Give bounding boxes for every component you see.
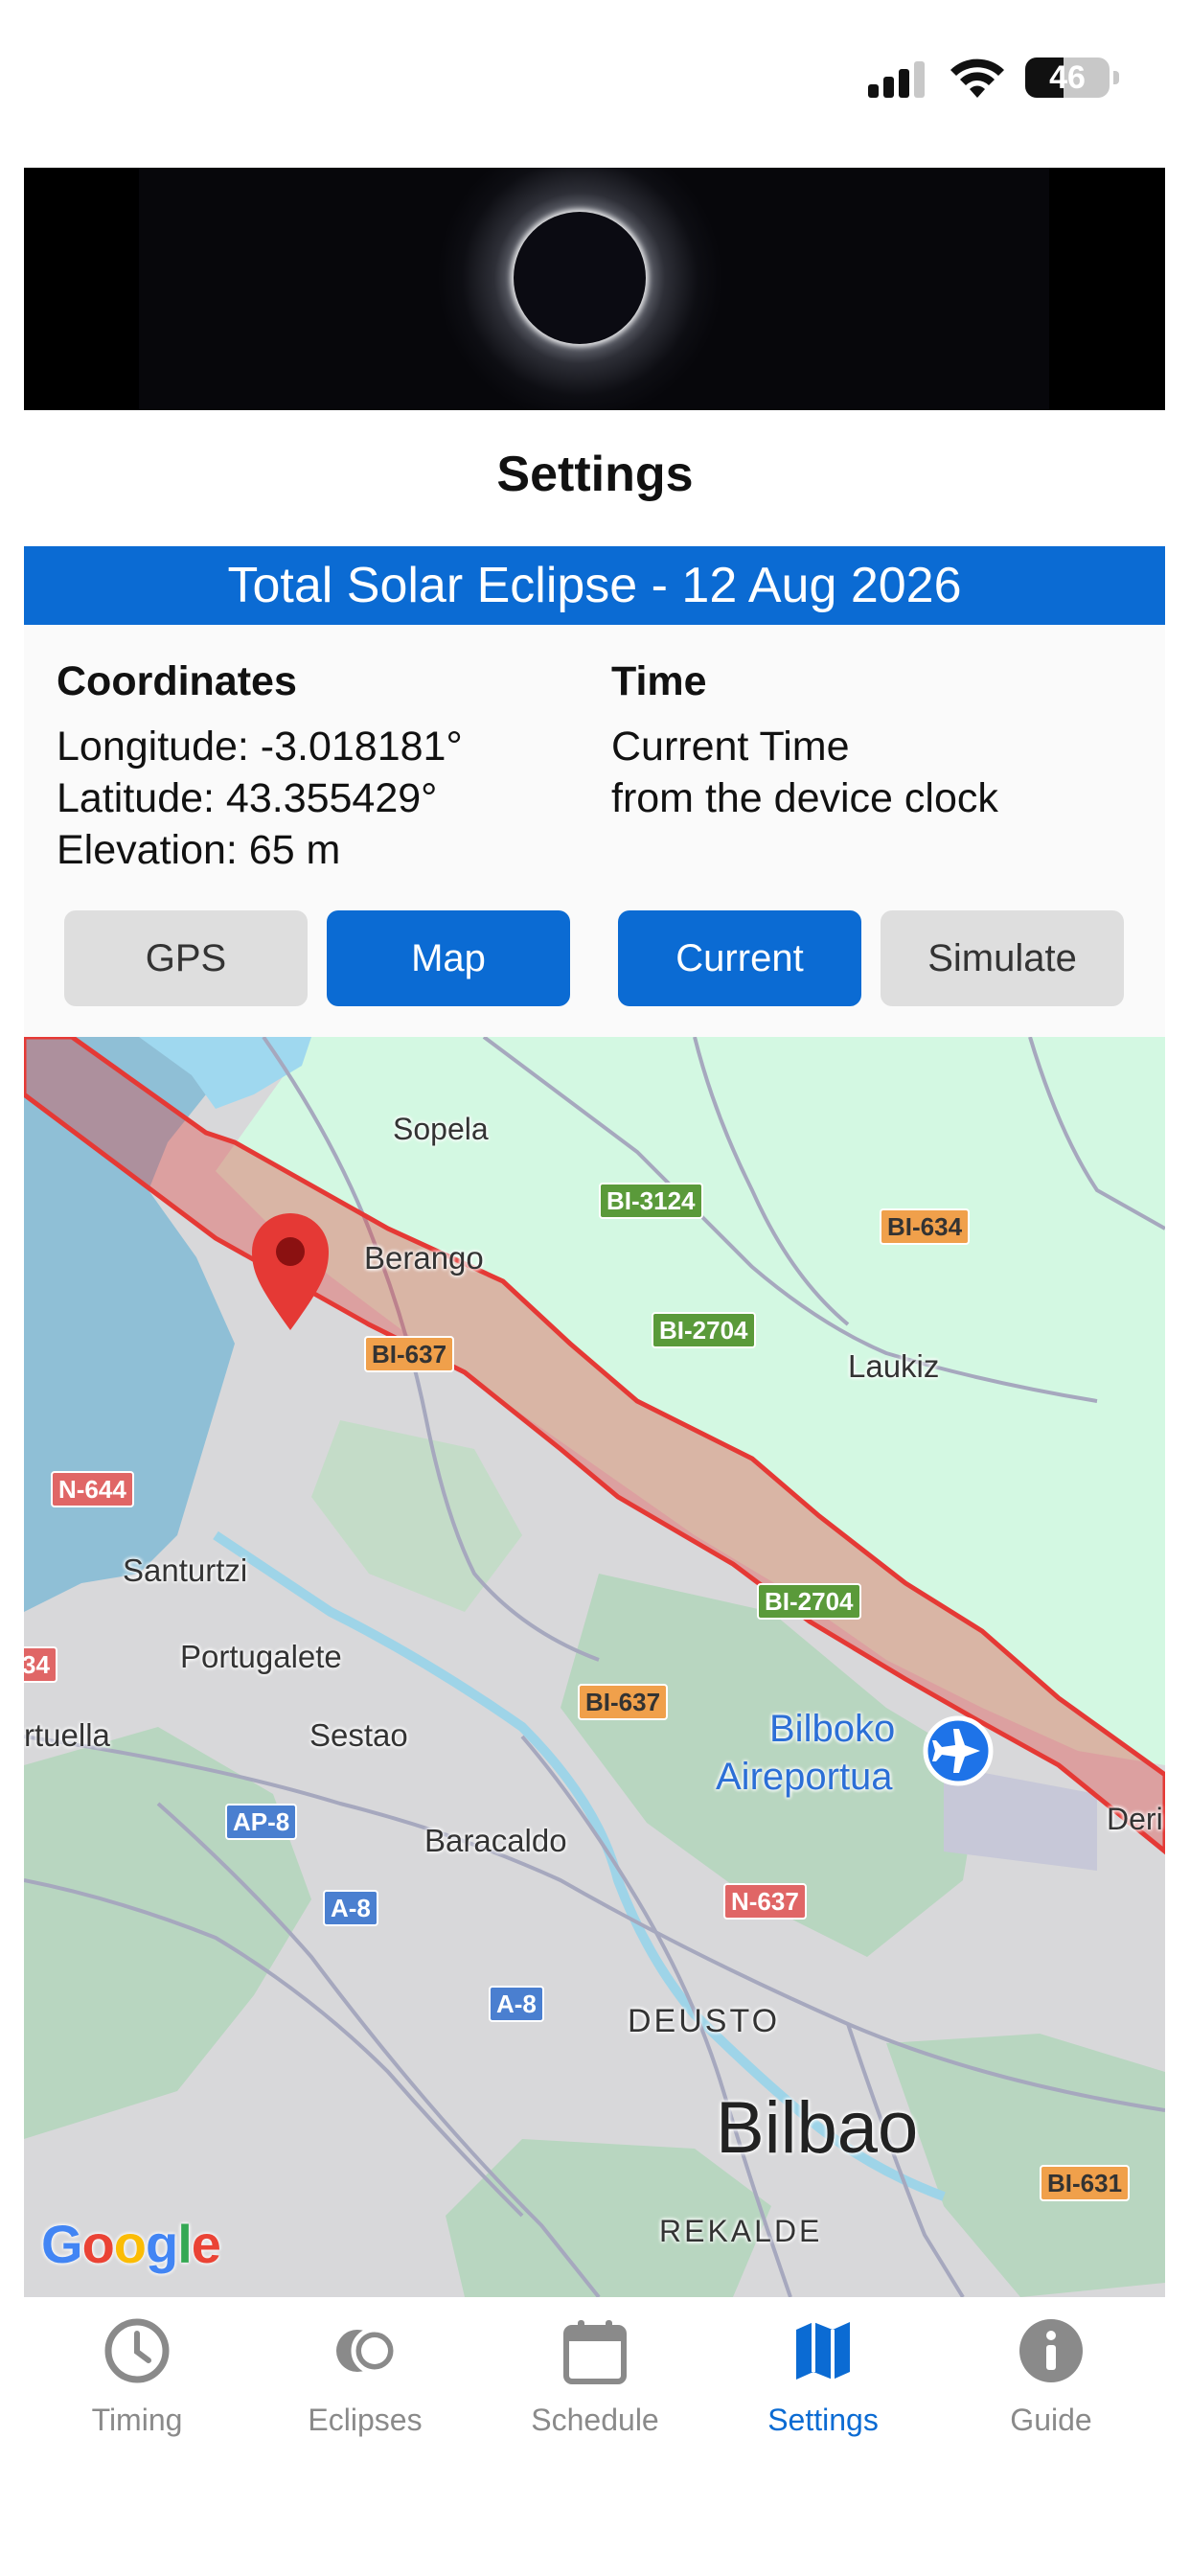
battery-icon: 46 [1025, 58, 1110, 98]
coordinates-title: Coordinates [57, 658, 297, 704]
tab-label-settings: Settings [767, 2403, 879, 2437]
road-badge-ap8: AP-8 [225, 1804, 298, 1840]
gps-button[interactable]: GPS [64, 910, 308, 1006]
wifi-icon [950, 58, 1004, 98]
eclipse-header: Total Solar Eclipse - 12 Aug 2026 [24, 546, 1165, 625]
road-badge-n644: N-644 [51, 1471, 134, 1507]
google-attribution-text: Google [41, 2214, 221, 2274]
cellular-signal-icon [868, 59, 927, 98]
map-label-airport-line2: Aireportua [716, 1756, 893, 1798]
road-badge-n637: N-637 [723, 1883, 807, 1920]
tab-label-guide: Guide [1010, 2403, 1092, 2437]
battery-level: 46 [1049, 59, 1086, 96]
tab-schedule[interactable]: Schedule [485, 2316, 705, 2460]
map-label-ortuella: rtuella [24, 1717, 110, 1753]
battery-nub [1113, 71, 1119, 84]
time-title: Time [611, 658, 707, 704]
google-logo: Google [41, 2213, 221, 2275]
time-source-line1: Current Time [611, 724, 850, 770]
tab-label-eclipses: Eclipses [308, 2403, 423, 2437]
road-badge-bi2704: BI-2704 [652, 1312, 756, 1348]
eclipsed-sun [514, 212, 646, 344]
tab-label-schedule: Schedule [531, 2403, 659, 2437]
current-button[interactable]: Current [618, 910, 861, 1006]
map-label-berango: Berango [364, 1240, 484, 1276]
map-label-baracaldo: Baracaldo [424, 1823, 567, 1858]
longitude-value: Longitude: -3.018181° [57, 724, 463, 770]
elevation-value: Elevation: 65 m [57, 827, 341, 873]
tab-guide[interactable]: Guide [941, 2316, 1161, 2460]
location-map[interactable]: Sopela Berango Laukiz Santurtzi Portugal… [24, 1037, 1165, 2297]
map-label-rekalde: REKALDE [659, 2214, 823, 2248]
map-label-airport-line1: Bilboko [769, 1708, 896, 1750]
eclipse-banner-image [24, 168, 1165, 410]
map-icon [796, 2322, 850, 2380]
map-label-sopela: Sopela [393, 1112, 489, 1146]
time-source-line2: from the device clock [611, 775, 998, 821]
tab-bar: Timing Eclipses Schedule Settings Guide [0, 2297, 1190, 2576]
map-label-laukiz: Laukiz [848, 1348, 940, 1384]
road-badge-bi3124: BI-3124 [599, 1183, 703, 1219]
eclipses-icon [336, 2327, 399, 2375]
page-title: Settings [496, 447, 694, 502]
map-label-deusto: DEUSTO [628, 2003, 781, 2039]
map-label-santurtzi: Santurtzi [123, 1552, 248, 1588]
status-bar: 46 [0, 0, 1190, 144]
road-badge-bi2704-south: BI-2704 [757, 1583, 861, 1620]
settings-info-panel: Coordinates Longitude: -3.018181° Latitu… [24, 625, 1165, 1037]
map-label-portugalete: Portugalete [180, 1639, 342, 1674]
tab-timing[interactable]: Timing [27, 2316, 247, 2460]
airport-icon[interactable] [923, 1715, 994, 1786]
map-button[interactable]: Map [327, 910, 570, 1006]
location-pin-icon[interactable] [252, 1213, 329, 1330]
latitude-value: Latitude: 43.355429° [57, 775, 438, 821]
map-label-sestao: Sestao [309, 1717, 408, 1753]
road-badge-bi631: BI-631 [1040, 2165, 1131, 2201]
road-badge-bi637-south: BI-637 [578, 1684, 669, 1720]
road-badge-bi637: BI-637 [364, 1336, 455, 1372]
road-badge-a8-east: A-8 [489, 1986, 544, 2022]
clock-icon [104, 2318, 170, 2383]
simulate-button[interactable]: Simulate [881, 910, 1124, 1006]
map-label-bilbao: Bilbao [716, 2087, 919, 2169]
tab-label-timing: Timing [91, 2403, 183, 2437]
info-icon [1019, 2319, 1083, 2382]
calendar-icon [563, 2320, 627, 2384]
road-badge-34: 34 [24, 1646, 57, 1683]
road-badge-a8: A-8 [323, 1890, 378, 1926]
tab-settings[interactable]: Settings [713, 2316, 933, 2460]
tab-eclipses[interactable]: Eclipses [255, 2316, 475, 2460]
road-badge-bi634: BI-634 [880, 1208, 971, 1245]
map-label-derio: Deri [1107, 1802, 1163, 1836]
